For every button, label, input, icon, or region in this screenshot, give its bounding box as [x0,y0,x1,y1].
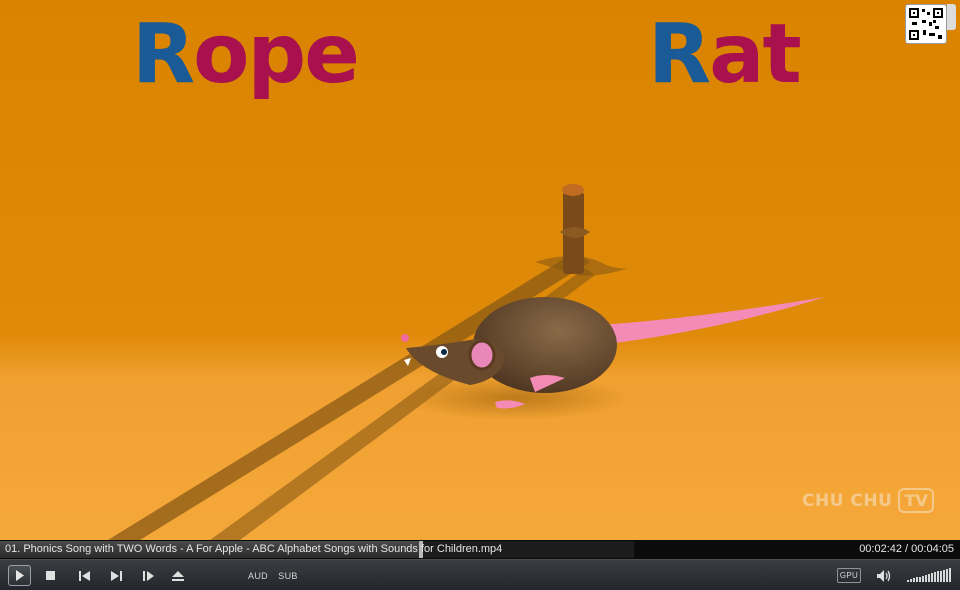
previous-icon [78,570,90,581]
volume-slider[interactable] [907,567,953,583]
channel-watermark: CHU CHU TV [802,488,934,513]
qr-code[interactable] [905,4,947,44]
volume-bar [931,573,933,582]
file-name: 01. Phonics Song with TWO Words - A For … [5,543,503,555]
volume-bar [943,570,945,582]
volume-bar [922,576,924,582]
volume-bar [907,580,909,582]
audio-track-button[interactable]: AUD [247,565,269,586]
volume-bar [910,579,912,582]
word-rat: Rat [648,14,802,96]
watermark-tv-badge: TV [898,488,934,513]
qr-code-icon [909,8,943,40]
volume-bar [949,568,951,582]
eject-icon [172,570,184,581]
speaker-icon [877,569,891,582]
volume-bar [934,572,936,582]
rat-nose [401,334,409,342]
qr-panel-toggle[interactable] [947,4,956,30]
volume-bar [928,574,930,582]
subtitle-button[interactable]: SUB [278,565,298,586]
volume-bar [916,577,918,582]
eject-button[interactable] [168,565,188,586]
play-icon [15,570,24,581]
gpu-button[interactable]: GPU [837,568,861,583]
time-display[interactable]: 00:02:42 / 00:04:05 [859,543,954,555]
volume-bar [937,571,939,582]
rat-pupil [441,349,447,355]
video-area[interactable]: Rope Rat CHU CHU TV [0,0,960,540]
frame-step-icon [142,570,154,581]
volume-bar [913,578,915,582]
next-icon [110,570,122,581]
stop-button[interactable] [40,565,60,586]
pole-top [562,184,584,196]
volume-bar [940,571,942,582]
volume-bar [925,575,927,582]
next-button[interactable] [106,565,126,586]
previous-button[interactable] [74,565,94,586]
stop-icon [45,571,55,580]
word-rat-rest: at [709,7,802,102]
status-bar: 01. Phonics Song with TWO Words - A For … [0,540,960,559]
volume-bar [946,569,948,582]
mute-button[interactable] [875,565,893,586]
volume-bar [919,577,921,582]
word-rope: Rope [132,14,360,96]
frame-step-button[interactable] [138,565,158,586]
word-rope-rest: ope [193,7,360,102]
watermark-text: CHU CHU [802,490,893,511]
word-rope-first-letter: R [132,7,195,102]
control-bar: AUD SUB GPU [0,559,960,590]
rat-ear [468,339,496,371]
word-rat-first-letter: R [648,7,711,102]
play-button[interactable] [8,565,31,586]
